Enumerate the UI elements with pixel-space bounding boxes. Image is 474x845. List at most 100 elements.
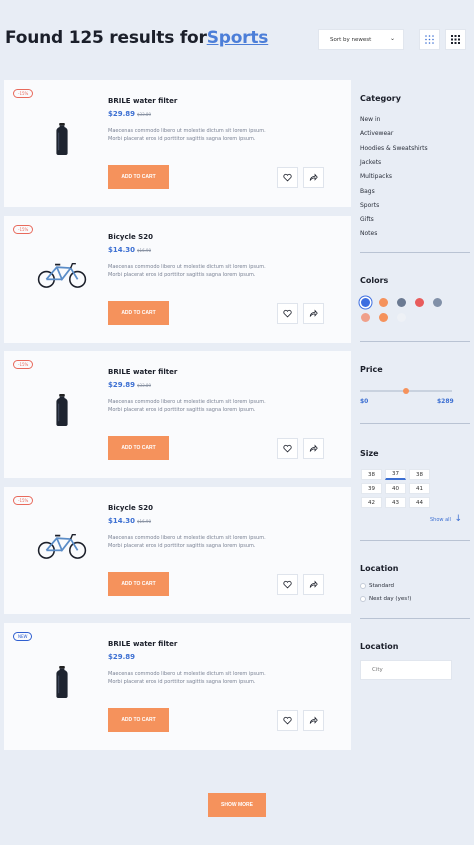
wishlist-button[interactable] bbox=[277, 167, 298, 188]
bicycle-image[interactable] bbox=[32, 252, 92, 298]
product-price: $29.89 $33.89 bbox=[108, 381, 151, 389]
add-to-cart-button[interactable]: ADD TO CART bbox=[108, 708, 169, 732]
product-card[interactable]: NEW BRILE water filter $29.89 Maecenas comm… bbox=[4, 623, 351, 750]
old-price: $33.89 bbox=[137, 383, 152, 388]
divider bbox=[360, 341, 470, 342]
city-input[interactable] bbox=[360, 660, 452, 680]
price-heading: Price bbox=[360, 365, 383, 374]
product-name[interactable]: BRILE water filter bbox=[108, 640, 177, 648]
delivery-option-label: Next day (yes!) bbox=[369, 596, 412, 602]
show-more-button[interactable]: SHOW MORE bbox=[208, 793, 266, 817]
sort-dropdown[interactable]: Sort by newest ⌄ bbox=[318, 29, 404, 50]
delivery-heading: Location bbox=[360, 564, 399, 573]
size-option[interactable]: 38 bbox=[409, 469, 430, 480]
current-price: $29.89 bbox=[108, 381, 136, 389]
size-option[interactable]: 44 bbox=[409, 497, 430, 508]
current-price: $14.30 bbox=[108, 246, 136, 254]
category-item[interactable]: Jackets bbox=[360, 159, 381, 166]
category-item[interactable]: Activewear bbox=[360, 130, 393, 137]
price-max-label: $289 bbox=[437, 398, 454, 405]
share-button[interactable] bbox=[303, 574, 324, 595]
old-price: $16.90 bbox=[137, 519, 152, 524]
current-price: $14.30 bbox=[108, 517, 136, 525]
price-slider-handle[interactable] bbox=[403, 388, 409, 394]
search-query-link[interactable]: Sports bbox=[207, 28, 269, 48]
product-name[interactable]: BRILE water filter bbox=[108, 97, 177, 105]
product-price: $14.30 $16.90 bbox=[108, 246, 151, 254]
wishlist-button[interactable] bbox=[277, 438, 298, 459]
product-name[interactable]: Bicycle S20 bbox=[108, 504, 153, 512]
size-option[interactable]: 42 bbox=[361, 497, 382, 508]
size-option[interactable]: 40 bbox=[385, 483, 406, 494]
size-option[interactable]: 37 bbox=[385, 469, 406, 480]
sort-label: Sort by newest bbox=[330, 36, 372, 43]
share-button[interactable] bbox=[303, 303, 324, 324]
discount-badge: -15% bbox=[13, 360, 34, 369]
share-icon bbox=[309, 580, 318, 589]
water-bottle-image[interactable] bbox=[32, 659, 92, 705]
color-swatch[interactable] bbox=[379, 313, 388, 322]
size-option[interactable]: 41 bbox=[409, 483, 430, 494]
delivery-option-standard[interactable]: Standard bbox=[360, 583, 394, 589]
color-swatch[interactable] bbox=[415, 298, 424, 307]
size-option[interactable]: 38 bbox=[361, 469, 382, 480]
water-bottle-image[interactable] bbox=[32, 116, 92, 162]
current-price: $29.89 bbox=[108, 653, 136, 661]
delivery-option-next-day[interactable]: Next day (yes!) bbox=[360, 596, 411, 602]
product-description: Maecenas commodo libero ut molestie dict… bbox=[108, 264, 266, 278]
category-item[interactable]: New in bbox=[360, 116, 380, 123]
product-card[interactable]: -15% Bicycle S20 $14.30 $16.90 Maecenas comm… bbox=[4, 487, 351, 614]
product-name[interactable]: BRILE water filter bbox=[108, 368, 177, 376]
color-swatch[interactable] bbox=[397, 298, 406, 307]
category-item[interactable]: Bags bbox=[360, 188, 375, 195]
radio-button[interactable] bbox=[360, 583, 366, 589]
heart-icon bbox=[283, 444, 292, 453]
add-to-cart-button[interactable]: ADD TO CART bbox=[108, 572, 169, 596]
size-heading: Size bbox=[360, 449, 379, 458]
color-swatch[interactable] bbox=[397, 313, 406, 322]
wishlist-button[interactable] bbox=[277, 710, 298, 731]
color-swatch[interactable] bbox=[361, 298, 370, 307]
category-item[interactable]: Notes bbox=[360, 230, 377, 237]
product-name[interactable]: Bicycle S20 bbox=[108, 233, 153, 241]
share-button[interactable] bbox=[303, 438, 324, 459]
radio-button[interactable] bbox=[360, 596, 366, 602]
category-heading: Category bbox=[360, 94, 401, 103]
product-price: $29.89 bbox=[108, 653, 137, 661]
color-swatch[interactable] bbox=[433, 298, 442, 307]
product-description: Maecenas commodo libero ut molestie dict… bbox=[108, 399, 266, 413]
product-card[interactable]: -15% Bicycle S20 $14.30 $16.90 Maecenas comm… bbox=[4, 216, 351, 343]
divider bbox=[360, 540, 470, 541]
category-item[interactable]: Gifts bbox=[360, 216, 374, 223]
water-bottle-image[interactable] bbox=[32, 387, 92, 433]
compact-view-button[interactable] bbox=[445, 29, 466, 50]
price-min-label: $0 bbox=[360, 398, 369, 405]
product-card[interactable]: -15% BRILE water filter $29.89 $33.89 Maecen… bbox=[4, 351, 351, 478]
share-button[interactable] bbox=[303, 710, 324, 731]
grid-dots-icon bbox=[425, 35, 434, 44]
color-swatch[interactable] bbox=[379, 298, 388, 307]
share-icon bbox=[309, 309, 318, 318]
add-to-cart-button[interactable]: ADD TO CART bbox=[108, 165, 169, 189]
old-price: $33.89 bbox=[137, 112, 152, 117]
add-to-cart-button[interactable]: ADD TO CART bbox=[108, 436, 169, 460]
page-title: Found 125 results forSports bbox=[5, 28, 268, 48]
show-all-label: Show all bbox=[430, 517, 451, 523]
add-to-cart-button[interactable]: ADD TO CART bbox=[108, 301, 169, 325]
grid-view-button[interactable] bbox=[419, 29, 440, 50]
product-card[interactable]: -15% BRILE water filter $29.89 $33.89 Maecen… bbox=[4, 80, 351, 207]
category-item[interactable]: Sports bbox=[360, 202, 379, 209]
category-item[interactable]: Multipacks bbox=[360, 173, 392, 180]
size-option[interactable]: 39 bbox=[361, 483, 382, 494]
size-option[interactable]: 43 bbox=[385, 497, 406, 508]
product-description: Maecenas commodo libero ut molestie dict… bbox=[108, 535, 266, 549]
show-all-sizes-link[interactable]: Show all ↓ bbox=[430, 514, 462, 524]
color-swatch[interactable] bbox=[361, 313, 370, 322]
wishlist-button[interactable] bbox=[277, 574, 298, 595]
old-price: $16.90 bbox=[137, 248, 152, 253]
share-button[interactable] bbox=[303, 167, 324, 188]
bicycle-image[interactable] bbox=[32, 523, 92, 569]
wishlist-button[interactable] bbox=[277, 303, 298, 324]
current-price: $29.89 bbox=[108, 110, 136, 118]
category-item[interactable]: Hoodies & Sweatshirts bbox=[360, 145, 428, 152]
